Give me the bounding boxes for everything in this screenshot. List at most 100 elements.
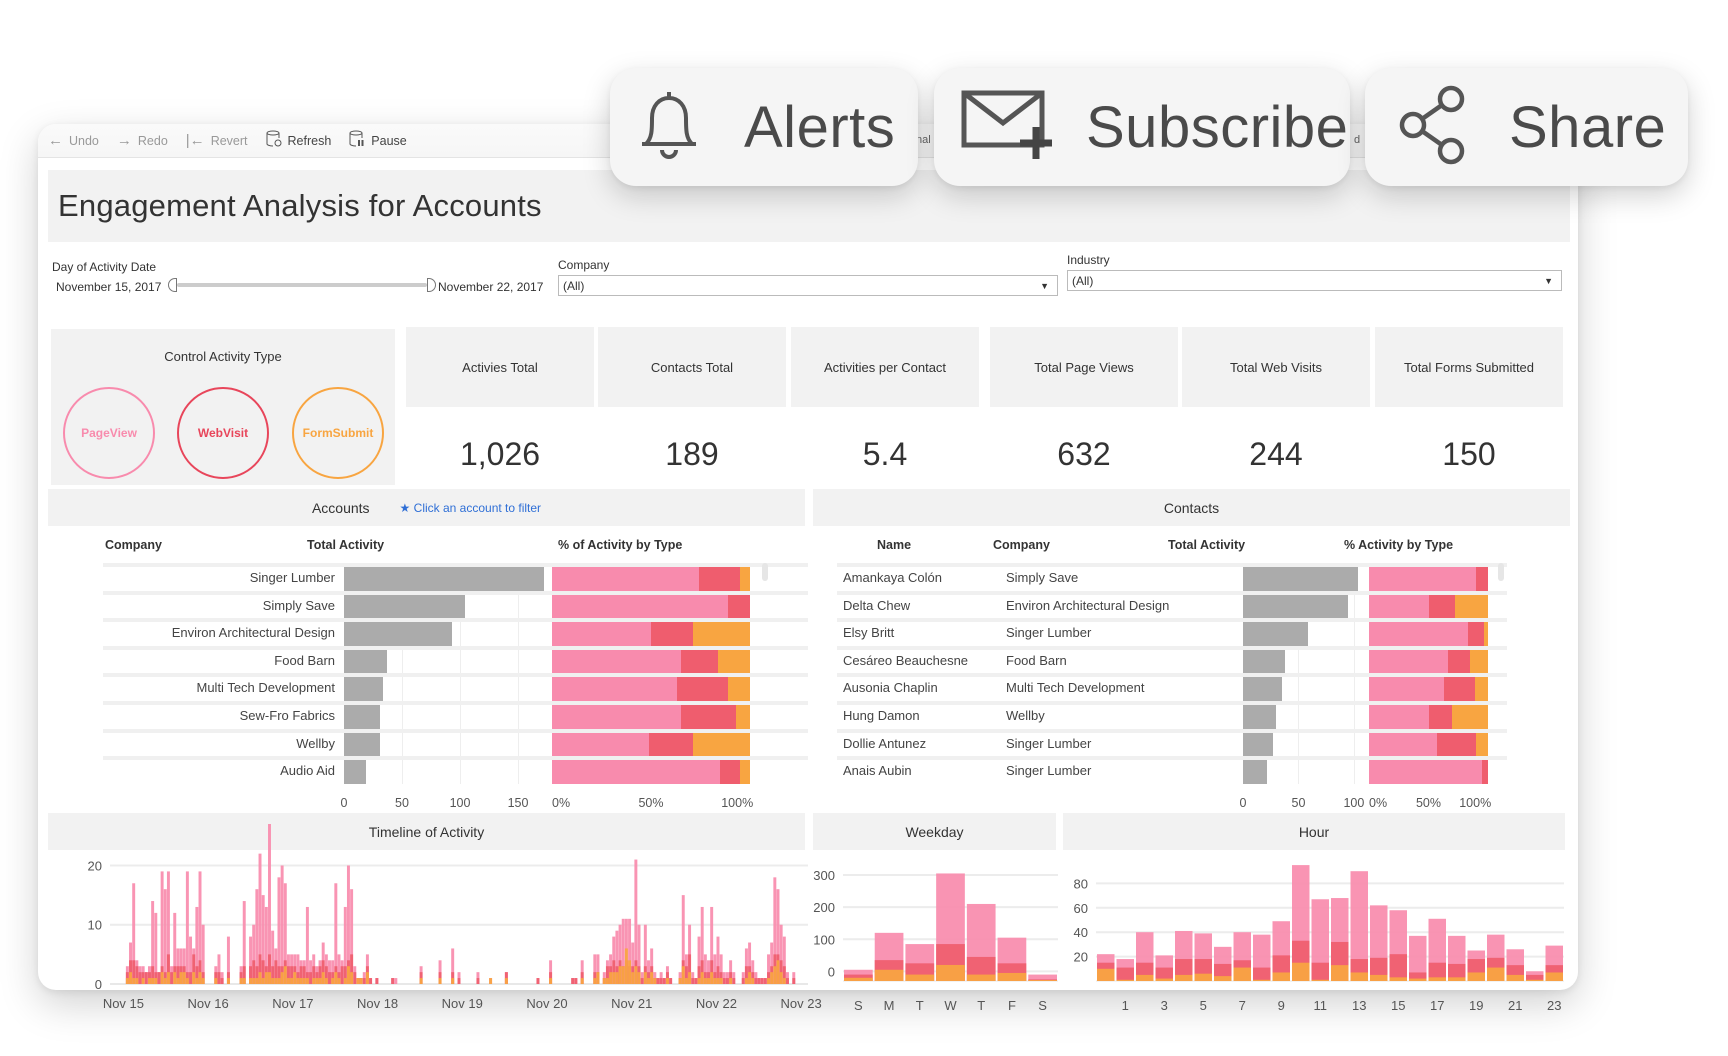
formsubmit-bar bbox=[1350, 972, 1368, 981]
webvisit-bar bbox=[353, 972, 357, 984]
subscribe-button[interactable]: Subscribe bbox=[934, 68, 1350, 186]
formsubmit-bar bbox=[151, 978, 155, 984]
y-tick-label: 80 bbox=[1074, 876, 1088, 891]
formsubmit-bar bbox=[242, 978, 246, 984]
x-tick-label: 5 bbox=[1200, 998, 1207, 1013]
formsubmit-bar bbox=[214, 978, 218, 984]
formsubmit-bar bbox=[192, 972, 196, 984]
formsubmit-bar bbox=[844, 977, 873, 981]
formsubmit-bar bbox=[1448, 977, 1466, 981]
x-tick-label: 19 bbox=[1469, 998, 1483, 1013]
webvisit-bar bbox=[157, 972, 161, 984]
webvisit-bar bbox=[144, 972, 148, 984]
formsubmit-bar bbox=[713, 978, 717, 984]
formsubmit-bar bbox=[710, 972, 714, 984]
y-tick-label: 300 bbox=[813, 868, 835, 883]
formsubmit-bar bbox=[1526, 979, 1544, 981]
formsubmit-bar bbox=[580, 978, 584, 984]
webvisit-bar bbox=[760, 978, 764, 984]
formsubmit-bar bbox=[365, 972, 369, 984]
webvisit-bar bbox=[754, 978, 758, 984]
formsubmit-bar bbox=[239, 978, 243, 984]
formsubmit-bar bbox=[1253, 979, 1271, 981]
formsubmit-bar bbox=[716, 978, 720, 984]
y-tick-label: 0 bbox=[95, 977, 102, 992]
webvisit-bar bbox=[640, 978, 644, 984]
formsubmit-bar bbox=[688, 972, 692, 984]
webvisit-bar bbox=[220, 978, 224, 984]
pageview-bar bbox=[394, 978, 398, 984]
x-tick-label: 7 bbox=[1239, 998, 1246, 1013]
formsubmit-bar bbox=[226, 978, 230, 984]
y-tick-label: 10 bbox=[88, 918, 102, 933]
formsubmit-bar bbox=[612, 972, 616, 984]
formsubmit-bar bbox=[318, 978, 322, 984]
webvisit-bar bbox=[656, 978, 660, 984]
formsubmit-bar bbox=[346, 966, 350, 984]
formsubmit-bar bbox=[1331, 965, 1349, 981]
formsubmit-bar bbox=[643, 972, 647, 984]
webvisit-bar bbox=[763, 978, 767, 984]
formsubmit-bar bbox=[249, 978, 253, 984]
formsubmit-bar bbox=[343, 978, 347, 984]
webvisit-bar bbox=[669, 978, 673, 984]
formsubmit-bar bbox=[1097, 968, 1115, 981]
formsubmit-bar bbox=[148, 978, 151, 984]
x-tick-label: S bbox=[1038, 998, 1047, 1013]
webvisit-bar bbox=[691, 978, 695, 984]
x-tick-label: Nov 17 bbox=[272, 996, 313, 1011]
webvisit-bar bbox=[785, 978, 789, 984]
formsubmit-bar bbox=[324, 978, 328, 984]
formsubmit-bar bbox=[132, 978, 136, 984]
formsubmit-bar bbox=[173, 972, 177, 984]
bell-icon bbox=[632, 86, 706, 169]
formsubmit-bar bbox=[729, 978, 733, 984]
share-button[interactable]: Share bbox=[1365, 68, 1688, 186]
webvisit-bar bbox=[170, 972, 174, 984]
webvisit-bar bbox=[362, 978, 366, 984]
formsubmit-bar bbox=[258, 972, 262, 984]
formsubmit-bar bbox=[201, 978, 205, 984]
formsubmit-bar bbox=[776, 960, 780, 984]
formsubmit-bar bbox=[1272, 972, 1290, 981]
webvisit-bar bbox=[1311, 962, 1329, 981]
x-tick-label: Nov 16 bbox=[188, 996, 229, 1011]
y-tick-label: 20 bbox=[1074, 950, 1088, 965]
formsubmit-bar bbox=[936, 964, 965, 981]
formsubmit-bar bbox=[602, 978, 606, 984]
formsubmit-bar bbox=[1155, 978, 1173, 981]
formsubmit-bar bbox=[1292, 962, 1310, 981]
formsubmit-bar bbox=[129, 972, 133, 984]
formsubmit-bar bbox=[268, 972, 271, 984]
formsubmit-bar bbox=[286, 978, 290, 984]
formsubmit-bar bbox=[1214, 976, 1232, 981]
webvisit-bar bbox=[1253, 967, 1271, 981]
y-tick-label: 200 bbox=[813, 900, 835, 915]
formsubmit-bar bbox=[185, 978, 189, 984]
formsubmit-bar bbox=[504, 978, 508, 984]
webvisit-bar bbox=[792, 978, 796, 984]
webvisit-bar bbox=[328, 972, 331, 984]
formsubmit-bar bbox=[255, 978, 259, 984]
formsubmit-bar bbox=[1545, 972, 1563, 981]
formsubmit-bar bbox=[154, 978, 158, 984]
formsubmit-bar bbox=[905, 974, 935, 981]
formsubmit-bar bbox=[312, 978, 316, 984]
formsubmit-bar bbox=[700, 972, 704, 984]
formsubmit-bar bbox=[337, 978, 341, 984]
alerts-button[interactable]: Alerts bbox=[610, 68, 918, 186]
formsubmit-bar bbox=[419, 978, 423, 984]
x-tick-label: T bbox=[916, 998, 924, 1013]
formsubmit-bar bbox=[1194, 973, 1212, 981]
webvisit-bar bbox=[1389, 954, 1407, 981]
formsubmit-bar bbox=[489, 978, 493, 984]
formsubmit-bar bbox=[593, 978, 597, 984]
webvisit-bar bbox=[1116, 967, 1134, 981]
pageview-bar bbox=[185, 871, 189, 984]
dashboard-card: ← Undo → Redo |← Revert Refresh Pause na… bbox=[38, 124, 1578, 1013]
formsubmit-bar bbox=[176, 978, 180, 984]
formsubmit-bar bbox=[684, 978, 688, 984]
formsubmit-bar bbox=[179, 972, 183, 984]
webvisit-bar bbox=[375, 978, 379, 984]
formsubmit-bar bbox=[621, 966, 625, 984]
